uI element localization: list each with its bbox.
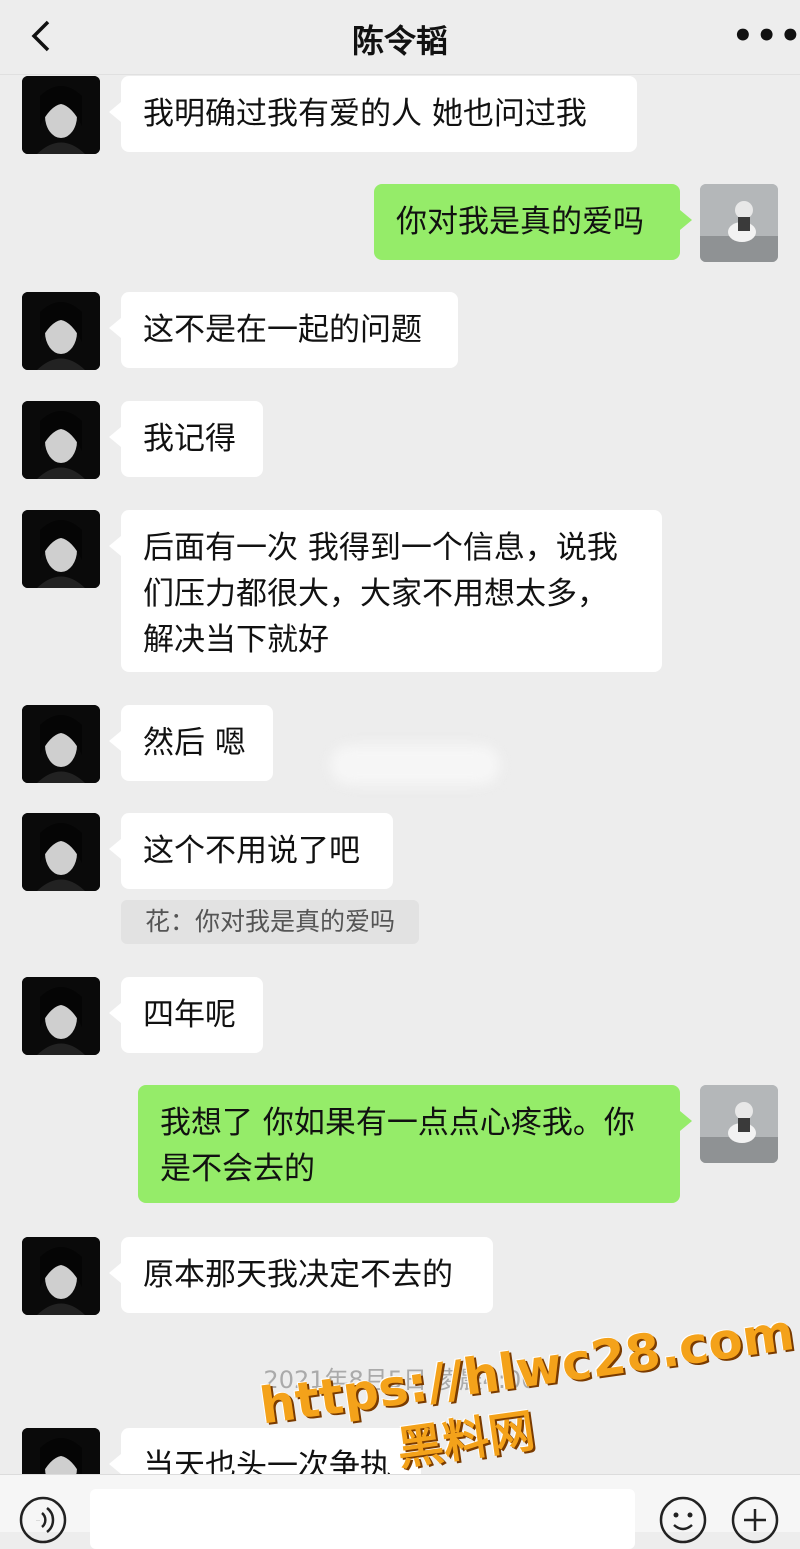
user-avatar[interactable] [700,1085,778,1163]
contact-avatar[interactable] [22,705,100,783]
message-line: 们压力都很大，大家不用想太多， [143,576,608,612]
contact-avatar[interactable] [22,510,100,588]
message-bubble-incoming[interactable]: 我记得 [109,401,263,477]
contact-avatar[interactable] [22,977,100,1055]
emoji-icon[interactable] [658,1495,708,1545]
message-bubble-incoming[interactable]: 我明确过我有爱的人 她也问过我 [109,76,637,152]
message-input[interactable] [90,1489,635,1549]
message-line: 我想了 你如果有一点点心疼我。你 [160,1105,635,1141]
message-bubble-outgoing[interactable]: 我想了 你如果有一点点心疼我。你 是不会去的 [138,1085,692,1203]
message-bubble-incoming[interactable]: 这不是在一起的问题 [109,292,458,368]
contact-avatar[interactable] [22,292,100,370]
plus-icon[interactable] [730,1495,780,1545]
contact-avatar[interactable] [22,813,100,891]
message-bubble-incoming[interactable]: 后面有一次 我得到一个信息，说我 们压力都很大，大家不用想太多， 解决当下就好 [109,510,662,672]
watermark: https://hlwc28.com 黑料网 [256,1303,800,1497]
more-options-icon[interactable]: ••• [732,18,800,54]
message-bubble-outgoing[interactable]: 你对我是真的爱吗 [374,184,692,260]
contact-avatar[interactable] [22,401,100,479]
redaction-smudge [330,745,500,785]
message-bubble-incoming[interactable]: 然后 嗯 [109,705,273,781]
input-bar [0,1474,800,1549]
contact-avatar[interactable] [22,1237,100,1315]
message-line: 是不会去的 [160,1151,315,1187]
message-bubble-incoming[interactable]: 这个不用说了吧 [109,813,393,889]
chat-header: 陈令韬 ••• [0,0,800,75]
chat-title: 陈令韬 [351,22,448,60]
voice-icon[interactable] [18,1495,68,1545]
message-line: 后面有一次 我得到一个信息，说我 [143,530,618,566]
contact-avatar[interactable] [22,76,100,154]
message-bubble-incoming[interactable]: 四年呢 [109,977,263,1053]
message-bubble-incoming[interactable]: 原本那天我决定不去的 [109,1237,493,1313]
quoted-reply[interactable]: 花：你对我是真的爱吗 [121,900,420,944]
user-avatar[interactable] [700,184,778,262]
message-line: 解决当下就好 [143,622,329,658]
